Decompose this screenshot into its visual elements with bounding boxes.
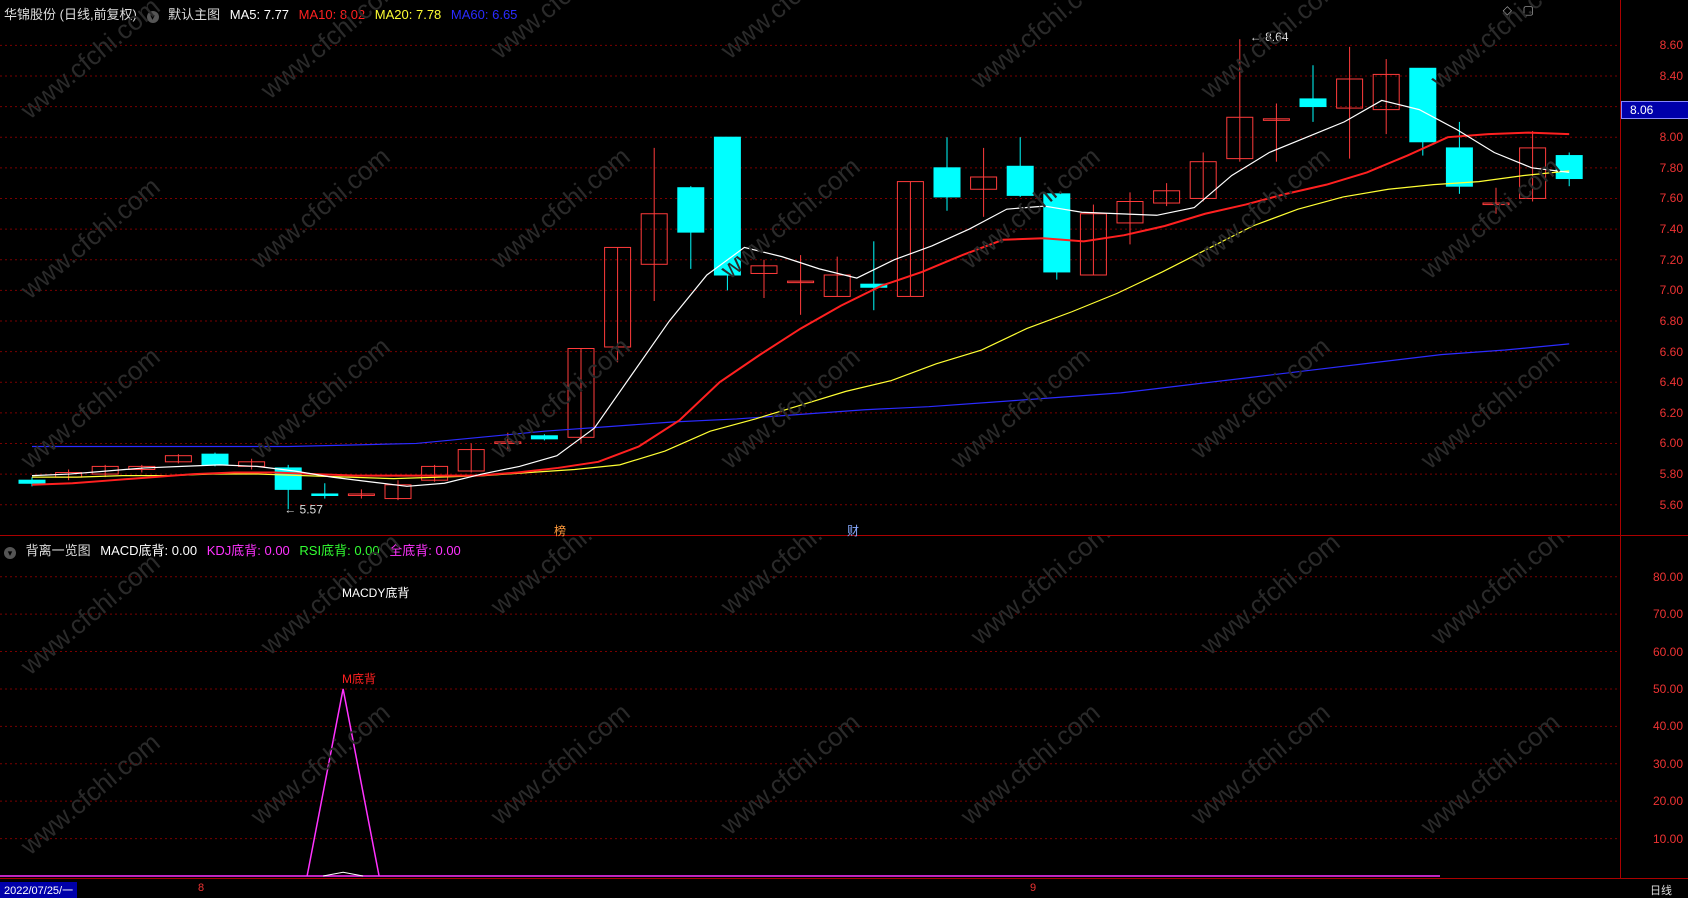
- y-tick-label: 7.00: [1659, 283, 1683, 298]
- candle: [457, 443, 485, 473]
- candle-body: [201, 453, 229, 466]
- y-tick-label: 8.40: [1659, 68, 1683, 83]
- candle: [1299, 65, 1327, 122]
- m-annotation: M底背: [342, 672, 376, 686]
- watermark: www.cfchi.com: [714, 536, 866, 621]
- candle: [311, 483, 339, 499]
- month-9: 9: [1030, 882, 1037, 894]
- watermark: www.cfchi.com: [484, 0, 636, 65]
- candle: [1262, 103, 1290, 162]
- candle: [384, 480, 412, 501]
- candle: [164, 454, 192, 464]
- watermark: www.cfchi.com: [944, 341, 1096, 475]
- sub-y-tick-label: 30.00: [1652, 756, 1683, 771]
- sub-y-tick-label: 70.00: [1652, 607, 1683, 622]
- y-tick-label: 6.40: [1659, 375, 1683, 390]
- candle: [677, 186, 705, 269]
- main-chart-panel[interactable]: 华锦股份 (日线,前复权) ▾ 默认主图 MA5: 7.77 MA10: 8.0…: [0, 0, 1620, 538]
- candle: [860, 241, 888, 311]
- y-tick-label: 6.20: [1659, 405, 1683, 420]
- sub-chart-panel[interactable]: ▾ 背离一览图 MACD底背: 0.00 KDJ底背: 0.00 RSI底背: …: [0, 536, 1620, 878]
- sub-y-tick-label: 80.00: [1652, 569, 1683, 584]
- candle: [201, 452, 229, 467]
- candle-body: [18, 479, 46, 484]
- month-8: 8: [198, 882, 205, 894]
- y-tick-label: 6.00: [1659, 436, 1683, 451]
- watermark: www.cfchi.com: [244, 141, 396, 275]
- candle-body: [1299, 98, 1327, 108]
- y-tick-label: 5.60: [1659, 497, 1683, 512]
- current-price-box: 8.06: [1621, 101, 1688, 119]
- sub-y-tick-label: 60.00: [1652, 644, 1683, 659]
- divergence-chart[interactable]: www.cfchi.com www.cfchi.com www.cfchi.com w…: [0, 536, 1620, 878]
- y-tick-label: 8.00: [1659, 130, 1683, 145]
- watermark: www.cfchi.com: [714, 341, 866, 475]
- sub-y-tick-label: 50.00: [1652, 681, 1683, 696]
- y-tick-label: 5.80: [1659, 467, 1683, 482]
- y-tick-label: 7.80: [1659, 160, 1683, 175]
- sub-y-axis: 80.00 70.00 60.00 50.00 40.00 30.00 20.00 10.00: [1620, 536, 1688, 878]
- watermark: www.cfchi.com: [14, 0, 166, 125]
- period-label[interactable]: 日线: [1650, 882, 1672, 898]
- macdy-annotation: MACDY底背: [342, 586, 410, 600]
- watermark: www.cfchi.com: [1414, 341, 1566, 475]
- watermark: www.cfchi.com: [14, 171, 166, 305]
- candle-body: [677, 187, 705, 233]
- sub-y-tick-label: 20.00: [1652, 794, 1683, 809]
- watermark: www.cfchi.com: [1424, 536, 1576, 651]
- watermark: www.cfchi.com: [964, 536, 1116, 651]
- candle: [933, 137, 961, 211]
- sub-y-tick-label: 40.00: [1652, 719, 1683, 734]
- candle-body: [933, 167, 961, 198]
- watermark: www.cfchi.com: [1194, 536, 1346, 661]
- y-tick-label: 7.60: [1659, 191, 1683, 206]
- watermark: www.cfchi.com: [14, 341, 166, 475]
- watermark: www.cfchi.com: [1194, 0, 1346, 105]
- watermark: www.cfchi.com: [1414, 151, 1566, 285]
- watermark: www.cfchi.com: [964, 0, 1116, 95]
- watermark: www.cfchi.com: [1414, 707, 1566, 841]
- candle: [347, 489, 375, 499]
- watermark: www.cfchi.com: [254, 0, 406, 105]
- candle-body: [311, 493, 339, 496]
- candle-body: [1445, 147, 1473, 187]
- watermark: www.cfchi.com: [714, 0, 866, 65]
- candle: [1189, 152, 1217, 202]
- candle: [1153, 183, 1181, 207]
- y-tick-label: 8.60: [1659, 38, 1683, 53]
- y-tick-label: 6.60: [1659, 344, 1683, 359]
- y-tick-label: 7.20: [1659, 252, 1683, 267]
- time-axis: 2022/07/25/一 8 9 日线: [0, 878, 1688, 898]
- date-box: 2022/07/25/一: [0, 882, 78, 898]
- candle: [640, 147, 668, 302]
- candle: [1372, 59, 1400, 135]
- watermark: www.cfchi.com: [484, 141, 636, 275]
- low-price-label: ← 5.57: [284, 502, 323, 516]
- candle: [787, 255, 815, 315]
- y-tick-label: 6.80: [1659, 313, 1683, 328]
- watermark: www.cfchi.com: [1424, 0, 1576, 95]
- watermark: www.cfchi.com: [484, 536, 636, 621]
- watermark: www.cfchi.com: [14, 727, 166, 861]
- candle: [1336, 46, 1364, 159]
- candlestick-chart[interactable]: ← 8.64← 5.57www.cfchi.com www.cfchi.com ww…: [0, 0, 1620, 535]
- candle: [421, 464, 449, 482]
- watermark: www.cfchi.com: [714, 707, 866, 841]
- watermark: www.cfchi.com: [954, 141, 1106, 275]
- y-tick-label: 7.40: [1659, 222, 1683, 237]
- candle: [970, 147, 998, 217]
- sub-y-tick-label: 10.00: [1652, 831, 1683, 846]
- main-y-axis: 8.608.408.208.007.807.607.407.207.006.80…: [1620, 0, 1688, 536]
